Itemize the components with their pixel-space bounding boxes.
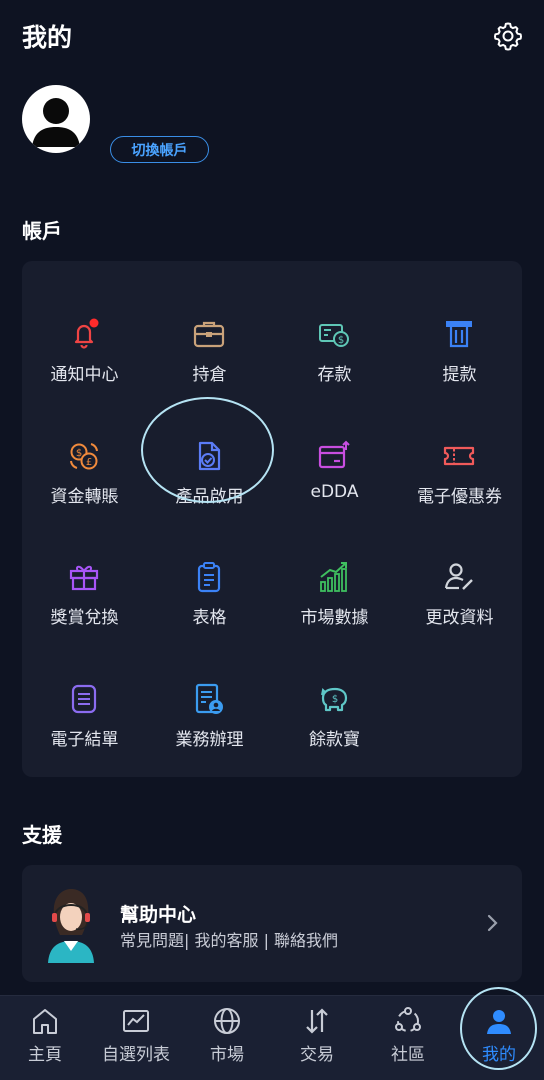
grid-item-label: 通知中心 [50, 365, 119, 385]
grid-item-label: eDDA [310, 482, 359, 502]
grid-item-label: 電子結單 [50, 730, 119, 750]
tab-home[interactable]: 主頁 [0, 996, 90, 1080]
user-edit-icon [444, 563, 473, 590]
header: 我的 [0, 0, 544, 72]
avatar[interactable] [22, 85, 90, 153]
switch-account-button[interactable]: 切換帳戶 [110, 136, 209, 163]
gear-icon[interactable] [492, 20, 524, 52]
piggy-bank-icon: $ [321, 687, 348, 712]
grid-item-label: 持倉 [192, 365, 227, 385]
chart-growth-icon [320, 562, 347, 592]
tab-watchlist[interactable]: 自選列表 [91, 996, 181, 1080]
tab-me[interactable]: 我的 [454, 996, 544, 1080]
tab-label: 社區 [391, 1045, 425, 1065]
help-center-subtitle: 常見問題| 我的客服 | 聯絡我們 [120, 931, 339, 950]
notification-badge [89, 318, 99, 328]
deposit-icon: $ [319, 324, 349, 347]
grid-item-holdings[interactable]: 持倉 [147, 287, 272, 397]
help-center-title: 幫助中心 [120, 904, 197, 926]
grid-item-edit-profile[interactable]: 更改資料 [397, 530, 522, 640]
trade-arrows-icon [306, 1008, 328, 1034]
support-section-title: 支援 [22, 823, 62, 847]
home-icon [33, 1009, 57, 1034]
tab-label: 自選列表 [102, 1045, 170, 1065]
grid-item-deposit[interactable]: $ 存款 [272, 287, 397, 397]
community-icon [395, 1007, 421, 1032]
grid-item-label: 電子優惠券 [417, 487, 502, 507]
grid-item-label: 提款 [442, 365, 477, 385]
grid-item-label: 資金轉賬 [50, 487, 119, 507]
currency-exchange-icon: $ £ [70, 443, 98, 470]
user-avatar-icon [32, 98, 80, 147]
coupon-icon [443, 446, 475, 466]
grid-item-forms[interactable]: 表格 [147, 530, 272, 640]
tab-label: 市場 [210, 1045, 244, 1065]
grid-item-label: 市場數據 [300, 608, 369, 628]
briefcase-icon [193, 321, 225, 348]
clipboard-icon [197, 562, 221, 593]
tab-trade[interactable]: 交易 [272, 996, 362, 1080]
gift-icon [69, 565, 99, 591]
grid-item-label: 表格 [192, 608, 227, 628]
help-center-card[interactable]: 幫助中心 常見問題| 我的客服 | 聯絡我們 [22, 865, 522, 982]
tab-label: 主頁 [28, 1045, 62, 1065]
withdraw-icon [446, 321, 472, 348]
tab-label: 交易 [300, 1045, 334, 1065]
business-form-icon [195, 683, 223, 714]
tab-community[interactable]: 社區 [363, 996, 453, 1080]
statement-icon [71, 684, 97, 714]
svg-text:$: $ [332, 694, 338, 705]
grid-item-fund-transfer[interactable]: $ £ 資金轉賬 [22, 409, 147, 519]
grid-item-label: 更改資料 [425, 608, 494, 628]
support-agent-icon [48, 889, 94, 963]
tab-market[interactable]: 市場 [182, 996, 272, 1080]
grid-item-rewards[interactable]: 獎賞兌換 [22, 530, 147, 640]
grid-item-savings[interactable]: $ 餘款寶 [272, 652, 397, 762]
document-check-icon [198, 441, 221, 471]
grid-item-label: 餘款寶 [309, 730, 360, 750]
bell-icon [74, 318, 99, 349]
grid-item-notifications[interactable]: 通知中心 [22, 287, 147, 397]
bottom-tab-bar: 主頁 自選列表 市場 交易 社區 我的 [0, 995, 544, 1080]
grid-item-e-coupon[interactable]: 電子優惠券 [397, 409, 522, 519]
grid-item-label: 產品啟用 [175, 487, 244, 507]
svg-text:$: $ [338, 335, 344, 346]
watchlist-chart-icon [123, 1010, 149, 1032]
svg-text:£: £ [86, 457, 92, 468]
grid-item-product-activation[interactable]: 產品啟用 [147, 409, 272, 519]
profile-icon [487, 1010, 511, 1034]
page-title: 我的 [22, 23, 73, 52]
account-section-title: 帳戶 [22, 219, 62, 243]
grid-item-edda[interactable]: eDDA [272, 409, 397, 519]
grid-item-market-data[interactable]: 市場數據 [272, 530, 397, 640]
edda-icon [318, 440, 350, 469]
grid-item-withdraw[interactable]: 提款 [397, 287, 522, 397]
grid-item-label: 獎賞兌換 [50, 608, 119, 628]
account-grid: 通知中心 持倉 $ 存款 提款 $ £ 資金轉賬 產品啟用 eDDA 電子優惠券… [22, 261, 522, 777]
svg-text:$: $ [76, 448, 82, 459]
grid-item-e-statement[interactable]: 電子結單 [22, 652, 147, 762]
chevron-right-icon [487, 914, 498, 932]
grid-item-label: 存款 [317, 365, 352, 385]
grid-item-business-services[interactable]: 業務辦理 [147, 652, 272, 762]
globe-icon [214, 1008, 240, 1034]
grid-item-label: 業務辦理 [175, 730, 244, 750]
tab-label: 我的 [482, 1045, 516, 1065]
